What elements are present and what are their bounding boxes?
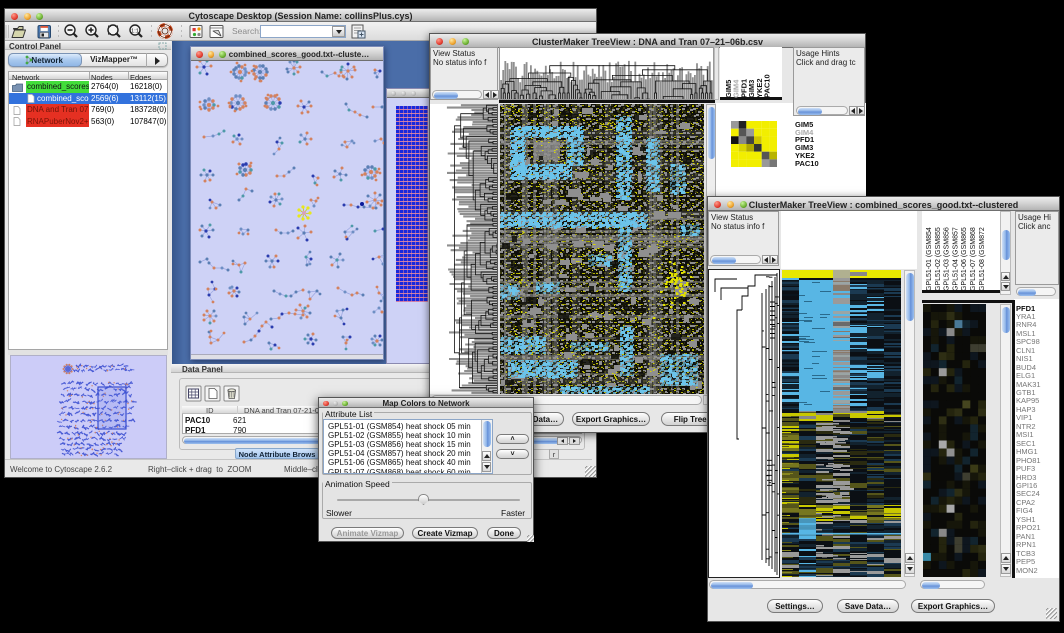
svg-text:GPL51-04 (GSM857: GPL51-04 (GSM857	[952, 227, 959, 291]
svg-text:GPL51-07 (GSM868: GPL51-07 (GSM868	[970, 227, 977, 291]
svg-text:GPL51-01 (GSM854: GPL51-01 (GSM854	[926, 227, 933, 291]
svg-text:GPL51-06 (GSM865: GPL51-06 (GSM865	[961, 227, 968, 291]
svg-text:GPL51-02 (GSM855: GPL51-02 (GSM855	[935, 227, 942, 291]
svg-text:GPL51-08 (GSM872: GPL51-08 (GSM872	[979, 227, 986, 291]
svg-text:1:1: 1:1	[131, 28, 139, 34]
svg-text:PAC10: PAC10	[763, 74, 772, 98]
svg-text:GPL51-03 (GSM856: GPL51-03 (GSM856	[944, 227, 951, 291]
